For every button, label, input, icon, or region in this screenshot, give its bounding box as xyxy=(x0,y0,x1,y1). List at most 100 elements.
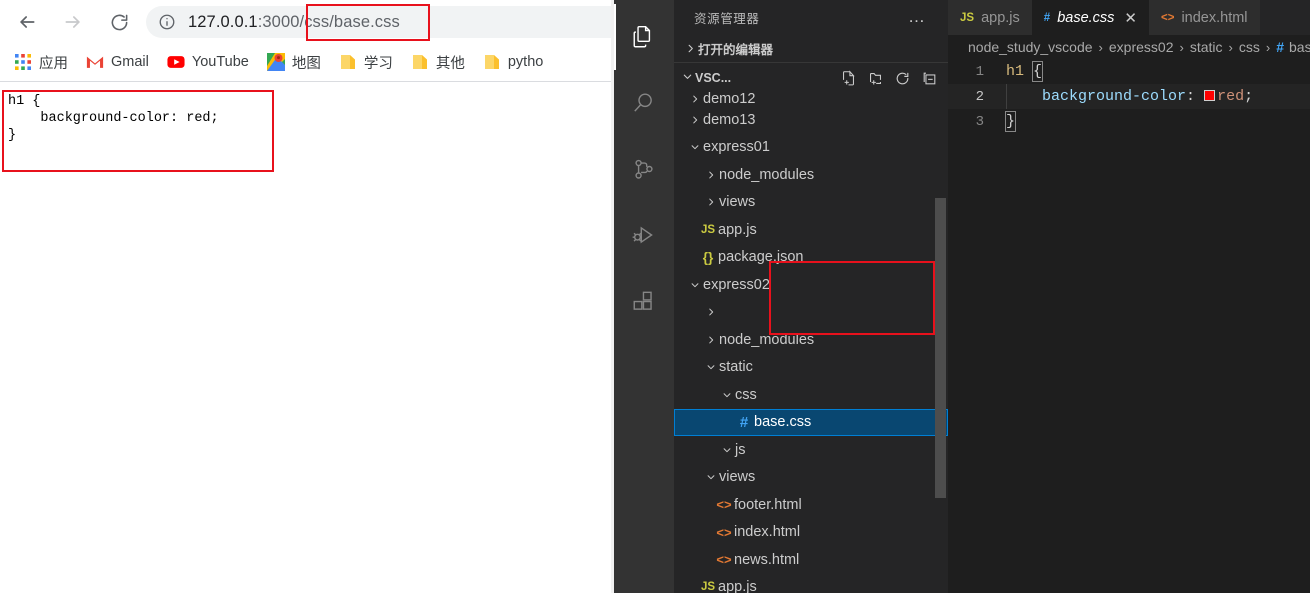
tree-row[interactable] xyxy=(674,299,948,327)
refresh-icon[interactable] xyxy=(894,70,911,87)
bookmark-label: Gmail xyxy=(111,54,149,70)
tree-row[interactable]: express02 xyxy=(674,271,948,299)
tree-item-label: package.json xyxy=(718,249,804,266)
tab-index-html[interactable]: <> index.html xyxy=(1149,0,1260,35)
explorer-scrollbar[interactable] xyxy=(935,198,946,498)
bookmark-folder-python[interactable]: pytho xyxy=(483,53,543,71)
tree-row[interactable]: demo13 xyxy=(674,106,948,134)
tree-row[interactable]: <> news.html xyxy=(674,546,948,574)
close-icon[interactable]: ✕ xyxy=(1124,9,1137,27)
breadcrumb-item-file[interactable]: bas xyxy=(1289,39,1310,55)
site-info-icon[interactable] xyxy=(158,13,176,31)
breadcrumb-item-css[interactable]: css xyxy=(1239,39,1260,55)
url-port: :3000 xyxy=(257,12,300,31)
tab-app-js[interactable]: JS app.js xyxy=(948,0,1032,35)
bookmark-youtube[interactable]: YouTube xyxy=(167,53,249,71)
forward-button[interactable] xyxy=(54,3,92,41)
vscode-window: 资源管理器 … 打开的编辑器 VSC... demo12 demo13 expr… xyxy=(614,0,1310,593)
code-line-2[interactable]: 2 background-color: red; xyxy=(948,84,1310,109)
js-file-icon: JS xyxy=(700,581,716,593)
breadcrumb-item-express02[interactable]: express02 xyxy=(1109,39,1174,55)
chevron-right-icon xyxy=(702,307,719,317)
tree-item-label: views xyxy=(719,194,756,211)
breadcrumb-item-root[interactable]: node_study_vscode xyxy=(968,39,1093,55)
open-editors-section[interactable]: 打开的编辑器 xyxy=(674,35,948,61)
tree-row[interactable]: node_modules xyxy=(674,326,948,354)
activity-item-explorer[interactable] xyxy=(614,4,674,70)
bookmark-maps[interactable]: 地图 xyxy=(266,52,321,73)
tree-item-label: index.html xyxy=(734,524,801,541)
activity-item-run-debug[interactable] xyxy=(614,202,674,268)
bookmark-folder-other[interactable]: 其他 xyxy=(411,52,465,73)
collapse-all-icon[interactable] xyxy=(921,70,938,87)
breadcrumb-separator: › xyxy=(1098,39,1103,55)
tree-row[interactable]: demo12 xyxy=(674,92,948,106)
workspace-root-header[interactable]: VSC... xyxy=(674,62,948,92)
tab-base-css[interactable]: # base.css ✕ xyxy=(1031,0,1149,35)
tree-row[interactable]: views xyxy=(674,189,948,217)
editor-tab-bar: JS app.js # base.css ✕ <> index.html xyxy=(948,0,1310,35)
tree-row[interactable]: css xyxy=(674,381,948,409)
folder-icon xyxy=(412,55,427,69)
tree-item-label: js xyxy=(735,441,746,458)
bookmark-gmail[interactable]: Gmail xyxy=(86,53,149,71)
back-button[interactable] xyxy=(8,3,46,41)
tree-row[interactable]: <> footer.html xyxy=(674,491,948,519)
tree-item-label: node_modules xyxy=(719,331,815,348)
tab-label: app.js xyxy=(981,9,1020,26)
browser-toolbar: 127.0.0.1:3000/css/base.css xyxy=(0,0,614,44)
code-line-3[interactable]: 3 } xyxy=(948,109,1310,134)
activity-item-extensions[interactable] xyxy=(614,268,674,334)
tree-row[interactable]: static xyxy=(674,354,948,382)
css-file-icon: # xyxy=(1276,39,1284,55)
open-editors-header[interactable]: 打开的编辑器 xyxy=(674,35,948,61)
tree-row[interactable]: node_modules xyxy=(674,161,948,189)
page-content: h1 { background-color: red; } xyxy=(0,82,614,593)
bookmark-label: 地图 xyxy=(291,55,321,72)
breadcrumb: node_study_vscode › express02 › static ›… xyxy=(948,35,1310,59)
explorer-more-actions-icon[interactable]: … xyxy=(908,8,926,25)
folder-icon xyxy=(484,55,499,69)
extensions-icon xyxy=(633,291,652,310)
tree-row[interactable]: js xyxy=(674,436,948,464)
chevron-down-icon xyxy=(702,362,719,372)
tree-row[interactable]: views xyxy=(674,464,948,492)
chevron-right-icon xyxy=(702,335,719,345)
tree-item-label: demo12 xyxy=(703,92,756,106)
tree-item-label: footer.html xyxy=(734,496,802,513)
tree-row[interactable]: <> index.html xyxy=(674,519,948,547)
new-folder-icon[interactable] xyxy=(867,70,884,87)
activity-item-source-control[interactable] xyxy=(614,136,674,202)
close-brace: } xyxy=(1004,111,1017,132)
tree-item-label: css xyxy=(735,386,757,403)
url-host: 127.0.0.1 xyxy=(188,12,258,31)
html-file-icon: <> xyxy=(716,497,732,513)
bookmark-folder-study[interactable]: 学习 xyxy=(339,52,393,73)
chevron-right-icon xyxy=(682,43,698,54)
code-text: } xyxy=(1004,111,1017,132)
tree-item-label: app.js xyxy=(718,579,757,593)
tree-row[interactable]: express01 xyxy=(674,134,948,162)
code-line-1[interactable]: 1 h1 { xyxy=(948,59,1310,84)
activity-item-search[interactable] xyxy=(614,70,674,136)
code-text: background-color: red; xyxy=(1006,88,1253,105)
tree-row[interactable]: JS app.js xyxy=(674,574,948,593)
tree-row[interactable]: JS app.js xyxy=(674,216,948,244)
address-bar-url: 127.0.0.1:3000/css/base.css xyxy=(188,13,400,32)
tree-item-label: express01 xyxy=(703,139,770,156)
file-tree: demo12 demo13 express01 node_modules vie… xyxy=(674,92,948,593)
color-swatch-icon[interactable] xyxy=(1204,90,1216,101)
open-brace: { xyxy=(1032,61,1044,82)
address-bar[interactable]: 127.0.0.1:3000/css/base.css xyxy=(146,6,614,38)
bookmark-label: 应用 xyxy=(39,55,68,72)
js-file-icon: JS xyxy=(700,223,716,236)
reload-button[interactable] xyxy=(100,3,138,41)
tree-row[interactable]: {} package.json xyxy=(674,244,948,272)
bookmark-apps[interactable]: 应用 xyxy=(14,52,68,73)
line-number: 3 xyxy=(975,113,984,130)
code-editor[interactable]: 1 h1 { 2 background-color: red; 3 } xyxy=(948,59,1310,593)
new-file-icon[interactable] xyxy=(840,69,857,87)
breadcrumb-item-static[interactable]: static xyxy=(1190,39,1223,55)
html-file-icon: <> xyxy=(716,524,732,540)
tree-item-base-css[interactable]: # base.css xyxy=(674,408,948,436)
